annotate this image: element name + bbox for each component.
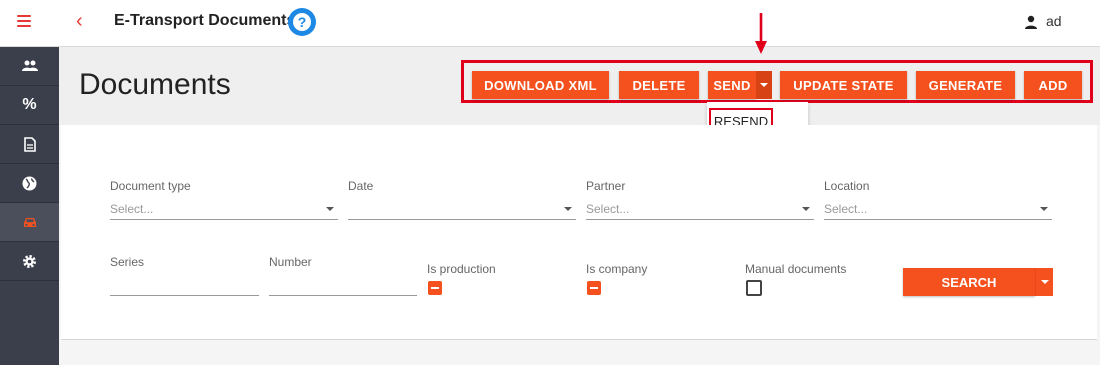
annotation-arrow-icon [755,13,767,54]
caret-down-icon [1040,280,1049,284]
top-bar: ‹ E-Transport Documents ? ad [0,0,1100,47]
sidebar-item-documents[interactable] [0,125,59,164]
caret-down-icon [802,207,810,211]
sidebar-item-percent[interactable]: % [0,86,59,125]
location-placeholder: Select... [824,202,868,216]
sidebar: % [0,47,59,365]
document-type-label: Document type [110,179,191,193]
globe-icon [22,176,37,190]
partner-label: Partner [586,179,626,193]
is-company-label: Is company [586,262,648,276]
series-input[interactable] [110,295,259,296]
number-label: Number [269,255,312,269]
sidebar-item-globe[interactable] [0,164,59,203]
sidebar-item-transport[interactable] [0,203,59,242]
main-content: Documents DOWNLOAD XML DELETE SEND UPDAT… [59,47,1100,365]
caret-down-icon [1040,207,1048,211]
car-icon [23,217,36,227]
date-select[interactable] [348,199,576,220]
send-dropdown-toggle[interactable] [756,71,772,99]
hamburger-menu-icon[interactable] [17,15,31,27]
location-label: Location [824,179,870,193]
back-chevron-icon[interactable]: ‹ [76,10,83,32]
document-icon [23,136,36,152]
document-type-placeholder: Select... [110,202,154,216]
caret-down-icon [564,207,572,211]
caret-down-icon [326,207,334,211]
question-circle-icon[interactable]: ? [288,8,316,36]
partner-placeholder: Select... [586,202,630,216]
manual-documents-label: Manual documents [745,262,847,276]
user-name[interactable]: ad [1046,13,1062,29]
page-title: Documents [79,68,231,101]
add-button[interactable]: ADD [1024,71,1082,99]
send-button[interactable]: SEND [708,71,756,99]
sidebar-item-settings[interactable] [0,242,59,281]
partner-select[interactable]: Select... [586,199,814,220]
is-production-label: Is production [427,262,496,276]
series-label: Series [110,255,145,269]
search-dropdown-toggle[interactable] [1035,268,1053,296]
filter-card: Document type Select... Date Partner Sel… [61,125,1097,340]
download-xml-button[interactable]: DOWNLOAD XML [472,71,609,99]
caret-down-icon [760,83,768,87]
document-type-select[interactable]: Select... [110,199,338,220]
gear-icon [23,254,36,268]
update-state-button[interactable]: UPDATE STATE [780,71,907,99]
percent-icon: % [22,96,37,113]
people-icon [21,60,38,71]
is-production-checkbox[interactable] [428,281,442,295]
search-button[interactable]: SEARCH [903,268,1035,296]
location-select[interactable]: Select... [824,199,1052,220]
sidebar-item-people[interactable] [0,47,59,86]
manual-documents-checkbox[interactable] [746,280,762,296]
date-label: Date [348,179,374,193]
generate-button[interactable]: GENERATE [916,71,1015,99]
delete-button[interactable]: DELETE [619,71,699,99]
app-title: E-Transport Documents [114,12,296,29]
user-icon[interactable] [1024,15,1038,29]
is-company-checkbox[interactable] [587,281,601,295]
number-input[interactable] [269,295,417,296]
